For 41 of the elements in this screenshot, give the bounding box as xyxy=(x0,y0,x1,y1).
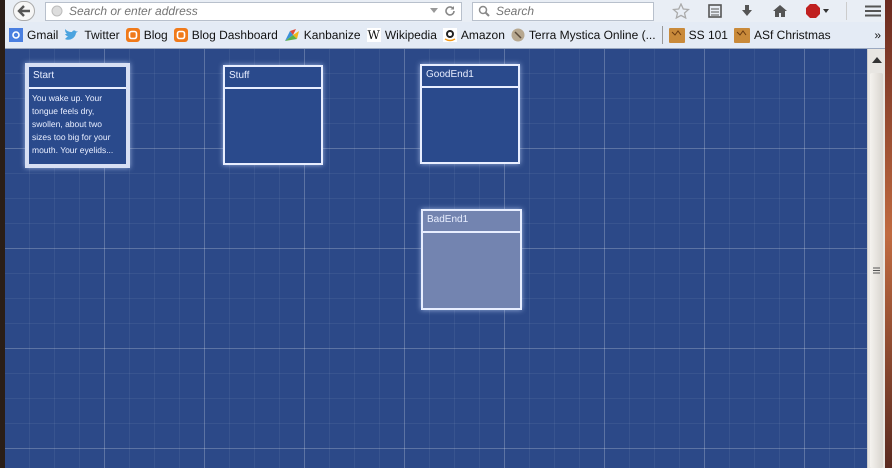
passage-card[interactable]: GoodEnd1 xyxy=(420,64,520,164)
bookmark-item[interactable]: Blog Dashboard xyxy=(174,28,278,42)
bookmark-item[interactable]: Blog xyxy=(126,28,168,42)
passage-card[interactable]: Stuff xyxy=(223,65,323,165)
grip-icon xyxy=(873,267,880,274)
adblock-icon[interactable] xyxy=(806,4,830,18)
bookmark-item[interactable]: Twitter xyxy=(64,28,120,42)
bookmark-item[interactable]: SS 101 xyxy=(668,28,728,42)
scrollbar[interactable] xyxy=(867,49,885,468)
back-arrow-icon xyxy=(17,5,31,17)
scroll-thumb[interactable] xyxy=(870,73,883,468)
bookmark-item[interactable]: Terra Mystica Online (... xyxy=(510,28,656,42)
search-field[interactable]: Search xyxy=(472,2,654,20)
bookmark-item[interactable]: Kanbanize xyxy=(284,28,360,42)
search-icon xyxy=(478,5,490,17)
round-icon xyxy=(510,28,525,42)
reload-icon[interactable] xyxy=(444,5,456,17)
passage-title: Start xyxy=(29,67,126,89)
book-icon xyxy=(734,28,750,42)
passage-title: Stuff xyxy=(225,67,321,89)
address-field[interactable]: Search or enter address xyxy=(45,2,462,20)
list-icon[interactable] xyxy=(708,4,722,18)
passage-title: BadEnd1 xyxy=(423,211,520,233)
download-icon[interactable] xyxy=(740,4,754,18)
passage-excerpt: You wake up. Your tongue feels dry, swollen, about two sizes too big for your mouth. Your eyelids... xyxy=(31,92,114,157)
passage-title: GoodEnd1 xyxy=(422,66,518,88)
overflow-chevron[interactable]: » xyxy=(874,28,881,42)
bookmark-item[interactable]: Amazon xyxy=(442,28,505,42)
book-icon xyxy=(668,28,685,42)
passage-card[interactable]: Start You wake up. Your tongue feels dry, swollen, about two sizes too big for your mouth. Your eyelids... xyxy=(25,63,130,168)
bird-icon xyxy=(64,28,80,42)
star-icon[interactable] xyxy=(672,3,690,19)
scroll-up-icon[interactable] xyxy=(872,57,882,63)
dropdown-icon[interactable] xyxy=(430,8,438,14)
bookmark-item[interactable]: ASf Christmas xyxy=(734,28,831,42)
bookmark-item[interactable]: W Wikipedia xyxy=(366,28,437,42)
wikipedia-icon: W xyxy=(366,28,381,42)
bookmark-item[interactable]: Gmail xyxy=(9,28,58,42)
back-button[interactable] xyxy=(13,1,35,21)
menu-icon[interactable] xyxy=(865,5,881,17)
home-icon[interactable] xyxy=(772,4,788,18)
